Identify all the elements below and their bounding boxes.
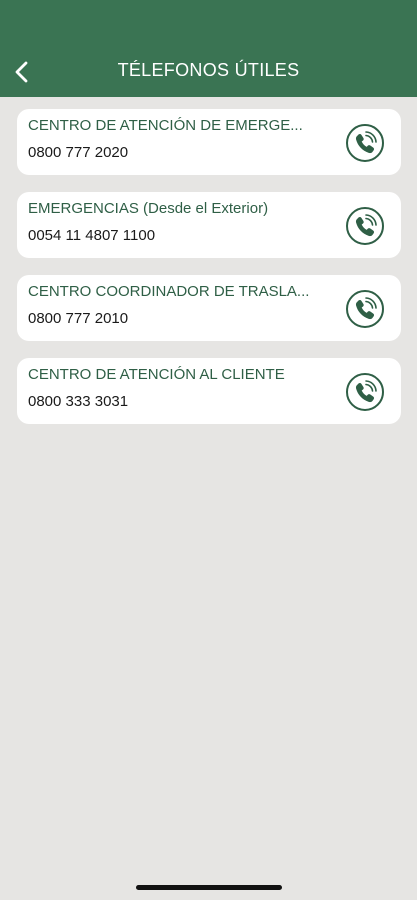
call-button[interactable] (345, 289, 385, 329)
phone-call-icon (346, 207, 384, 245)
contact-name: CENTRO DE ATENCIÓN AL CLIENTE (28, 366, 285, 383)
call-button[interactable] (345, 206, 385, 246)
page-title: TÉLEFONOS ÚTILES (117, 60, 300, 80)
contact-phone: 0054 11 4807 1100 (28, 227, 156, 244)
contact-card: CENTRO COORDINADOR DE TRASLA... 0800 777… (17, 275, 401, 341)
screen: TÉLEFONOS ÚTILES CENTRO DE ATENCIÓN DE E… (0, 0, 417, 900)
phone-call-icon (346, 290, 384, 328)
contact-card: EMERGENCIAS (Desde el Exterior) 0054 11 … (17, 192, 401, 258)
contact-phone: 0800 777 2010 (28, 310, 129, 327)
contact-card: CENTRO DE ATENCIÓN AL CLIENTE 0800 333 3… (17, 358, 401, 424)
home-indicator[interactable] (136, 885, 282, 890)
contact-name: CENTRO DE ATENCIÓN DE EMERGE... (28, 117, 303, 134)
contact-name: EMERGENCIAS (Desde el Exterior) (28, 200, 269, 217)
phone-call-icon (346, 373, 384, 411)
contact-card: CENTRO DE ATENCIÓN DE EMERGE... 0800 777… (17, 109, 401, 175)
contact-phone: 0800 777 2020 (28, 144, 129, 161)
contact-name: CENTRO COORDINADOR DE TRASLA... (28, 283, 310, 300)
phone-call-icon (346, 124, 384, 162)
call-button[interactable] (345, 372, 385, 412)
contact-phone: 0800 333 3031 (28, 393, 129, 410)
contact-list: CENTRO DE ATENCIÓN DE EMERGE... 0800 777… (17, 109, 401, 441)
call-button[interactable] (345, 123, 385, 163)
header-bar: TÉLEFONOS ÚTILES (0, 0, 417, 97)
